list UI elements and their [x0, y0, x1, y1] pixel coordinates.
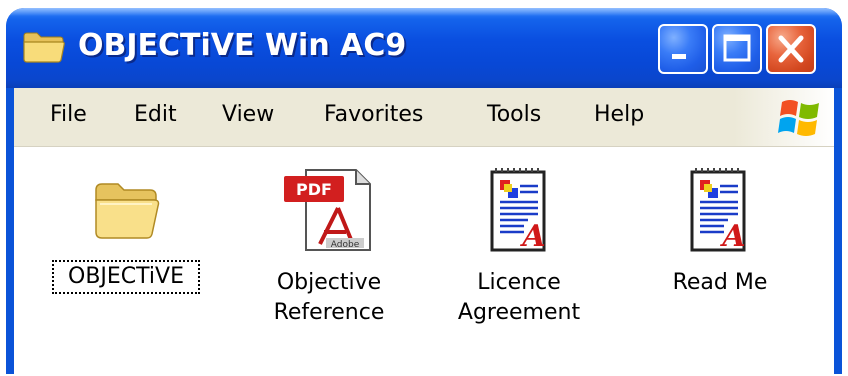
- explorer-window: OBJECTiVE Win AC9 File Edit View Favorit…: [6, 8, 842, 374]
- menu-favorites[interactable]: Favorites: [324, 102, 423, 127]
- window-title: OBJECTiVE Win AC9: [78, 28, 407, 63]
- file-label-line: Objective: [276, 270, 382, 295]
- throbber-area: [734, 88, 834, 146]
- maximize-icon: [723, 34, 751, 62]
- menu-file[interactable]: File: [50, 102, 87, 127]
- folder-icon: [23, 32, 65, 63]
- close-icon: [778, 35, 804, 63]
- pdf-document-icon: PDF Adobe: [284, 169, 371, 251]
- file-label-read-me: Read Me: [650, 268, 790, 298]
- menu-tools[interactable]: Tools: [487, 102, 541, 127]
- menu-bar: File Edit View Favorites Tools Help: [14, 88, 834, 147]
- menu-help[interactable]: Help: [594, 102, 644, 127]
- windows-logo-icon: [778, 100, 819, 136]
- svg-text:A: A: [719, 219, 745, 254]
- text-document-icon: A: [490, 168, 546, 254]
- minimize-button[interactable]: [658, 24, 708, 74]
- menu-view[interactable]: View: [222, 102, 274, 127]
- folder-icon: [95, 183, 160, 239]
- svg-text:PDF: PDF: [296, 180, 332, 199]
- file-label-line: Reference: [273, 300, 385, 325]
- title-bar[interactable]: OBJECTiVE Win AC9: [6, 8, 842, 88]
- svg-text:A: A: [519, 219, 545, 254]
- maximize-button[interactable]: [712, 24, 762, 74]
- file-label-licence-agreement: Licence Agreement: [444, 268, 594, 328]
- file-label-objective-reference: Objective Reference: [244, 268, 414, 328]
- text-document-icon: A: [690, 168, 746, 254]
- file-label-objective: OBJECTiVE: [52, 260, 200, 294]
- minimize-icon: [672, 54, 686, 59]
- svg-text:Adobe: Adobe: [331, 240, 360, 250]
- menu-edit[interactable]: Edit: [134, 102, 177, 127]
- file-label-line: OBJECTiVE: [68, 264, 184, 289]
- file-label-line: Read Me: [672, 270, 768, 295]
- window-content: File Edit View Favorites Tools Help OBJE…: [14, 88, 834, 374]
- file-label-line: Licence: [477, 270, 561, 295]
- file-label-line: Agreement: [457, 300, 581, 325]
- close-button[interactable]: [766, 24, 816, 74]
